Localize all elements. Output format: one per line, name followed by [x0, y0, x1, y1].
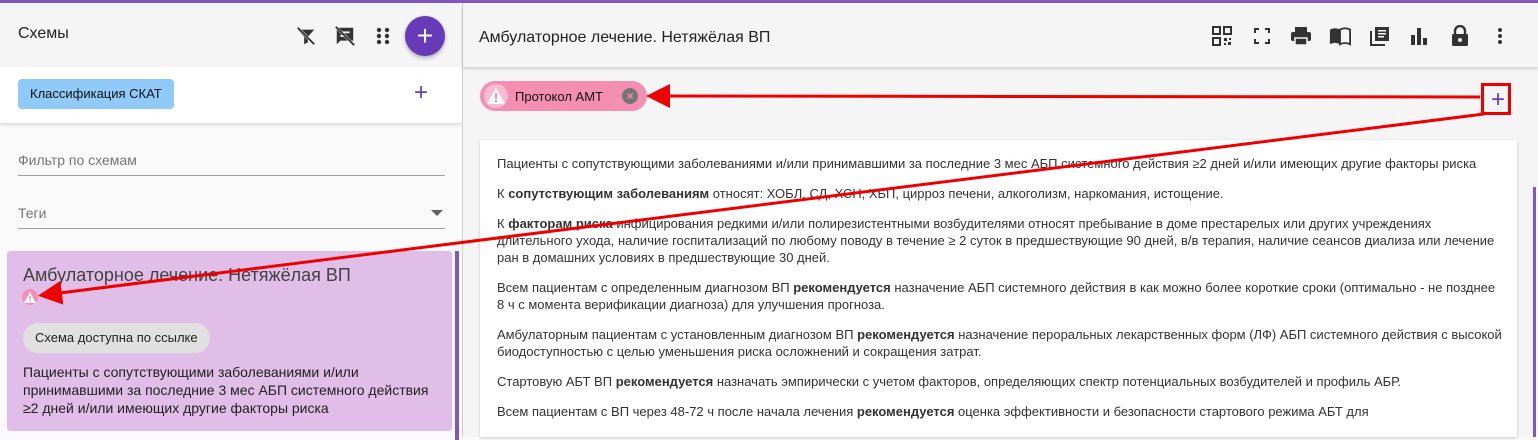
- content-paragraph: Амбулаторным пациентам с установленным д…: [497, 326, 1502, 360]
- scheme-card-description: Пациенты с сопутствующими заболеваниями …: [23, 364, 429, 416]
- emphasis-text: факторам риска: [508, 216, 613, 231]
- add-scheme-button[interactable]: +: [405, 16, 445, 56]
- content-paragraph: Всем пациентам с определенным диагнозом …: [497, 279, 1502, 313]
- detail-title: Амбулаторное лечение. Нетяжёлая ВП: [479, 29, 771, 46]
- content-paragraph: Стартовую АБТ ВП рекомендуется назначать…: [497, 373, 1502, 390]
- add-protocol-button[interactable]: +: [1485, 87, 1511, 113]
- tags-select[interactable]: [18, 200, 445, 229]
- emphasis-text: сопутствующим заболеваниям: [508, 186, 710, 201]
- paragraph-text: Стартовую АБТ ВП: [497, 374, 616, 389]
- close-icon[interactable]: ×: [622, 88, 638, 104]
- protocol-chip-label: Протокол АМТ: [515, 89, 603, 104]
- emphasis-text: рекомендуется: [793, 280, 891, 295]
- scheme-card-title: Амбулаторное лечение. Нетяжёлая ВП: [23, 265, 351, 285]
- paragraph-text: инфицирования редкими и/или полирезистен…: [497, 216, 1495, 265]
- classification-row: Классификация СКАТ +: [0, 67, 462, 123]
- qr-code-icon[interactable]: [1211, 25, 1233, 47]
- filter-off-icon[interactable]: [294, 24, 318, 48]
- schemes-header: Схемы +: [0, 3, 462, 67]
- scheme-filter-input[interactable]: [18, 147, 445, 173]
- paragraph-text: Всем пациентам с ВП через 48-72 ч после …: [497, 404, 857, 419]
- paragraph-text: К: [497, 216, 509, 231]
- detail-header: Амбулаторное лечение. Нетяжёлая ВП: [463, 3, 1538, 67]
- content-paragraph: К факторам риска инфицирования редкими и…: [497, 215, 1502, 266]
- schemes-title: Схемы: [18, 25, 69, 42]
- paragraph-text: назначать эмпирически с учетом факторов,…: [713, 374, 1401, 389]
- schemes-panel: Схемы + Классификация СКАТ + Амбулаторно…: [0, 3, 462, 440]
- paragraph-text: относят: ХОБЛ, СД, ХСН, ХБП, цирроз пече…: [709, 186, 1224, 201]
- paragraph-text: оценка эффективности и безопасности стар…: [954, 404, 1369, 419]
- right-scrollbar[interactable]: [1533, 187, 1536, 437]
- content-paragraph: Всем пациентам с ВП через 48-72 ч после …: [497, 403, 1502, 420]
- tags-input[interactable]: [18, 200, 445, 226]
- scheme-detail-panel: Амбулаторное лечение. Нетяжёлая ВП Прото…: [463, 3, 1538, 437]
- paragraph-text: Пациенты с сопутствующими заболеваниями …: [497, 156, 1477, 171]
- content-paragraph: Пациенты с сопутствующими заболеваниями …: [497, 155, 1502, 172]
- fullscreen-icon[interactable]: [1251, 25, 1273, 47]
- classification-chip[interactable]: Классификация СКАТ: [18, 79, 174, 109]
- comment-off-icon[interactable]: [333, 24, 357, 48]
- library-icon[interactable]: [1369, 25, 1391, 47]
- emphasis-text: рекомендуется: [857, 327, 955, 342]
- lock-icon[interactable]: [1449, 25, 1471, 47]
- content-paragraph: К сопутствующим заболеваниям относят: ХО…: [497, 185, 1502, 202]
- add-classification-button[interactable]: +: [414, 81, 428, 105]
- paragraph-text: Амбулаторным пациентам с установленным д…: [497, 327, 858, 342]
- link-available-chip[interactable]: Схема доступна по ссылке: [23, 323, 210, 353]
- warning-icon: [22, 289, 38, 305]
- content-text: Пациенты с сопутствующими заболеваниями …: [497, 155, 1502, 433]
- more-vert-icon[interactable]: [1489, 25, 1511, 47]
- scheme-filter-field[interactable]: [18, 147, 445, 176]
- scheme-card[interactable]: Амбулаторное лечение. Нетяжёлая ВП Схема…: [7, 251, 452, 431]
- paragraph-text: К: [497, 186, 509, 201]
- print-icon[interactable]: [1290, 25, 1312, 47]
- emphasis-text: рекомендуется: [615, 374, 714, 389]
- drag-dots-icon[interactable]: [371, 24, 395, 48]
- scheme-content: Пациенты с сопутствующими заболеваниями …: [480, 140, 1517, 437]
- left-scrollbar[interactable]: [455, 251, 459, 440]
- protocol-chip[interactable]: Протокол АМТ ×: [480, 81, 647, 111]
- chevron-down-icon[interactable]: [431, 210, 443, 216]
- emphasis-text: рекомендуется: [856, 404, 955, 419]
- warning-icon: [484, 84, 508, 108]
- bar-chart-icon[interactable]: [1408, 25, 1430, 47]
- paragraph-text: Всем пациентам с определенным диагнозом …: [497, 280, 794, 295]
- book-icon[interactable]: [1329, 25, 1351, 47]
